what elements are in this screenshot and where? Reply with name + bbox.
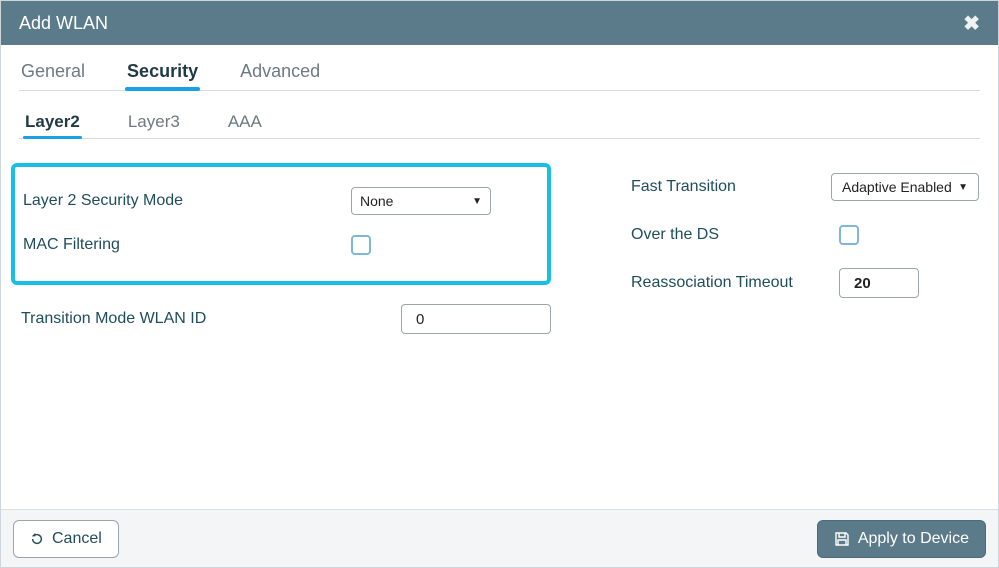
label-fast-transition: Fast Transition (631, 178, 831, 196)
checkbox-mac-filtering[interactable] (351, 235, 371, 255)
row-mac-filtering: MAC Filtering (23, 223, 533, 267)
cancel-button[interactable]: Cancel (13, 520, 119, 558)
row-over-the-ds: Over the DS (631, 211, 980, 259)
subtab-layer2[interactable]: Layer2 (23, 112, 82, 138)
modal-body: General Security Advanced Layer2 Layer3 … (1, 45, 998, 509)
form-content: Layer 2 Security Mode None ▼ MAC Filteri… (19, 163, 980, 341)
subtab-aaa[interactable]: AAA (226, 112, 264, 138)
modal-title: Add WLAN (19, 13, 108, 34)
close-icon[interactable]: ✖ (963, 11, 980, 36)
row-reassociation-timeout: Reassociation Timeout 20 (631, 259, 980, 307)
select-fast-transition[interactable]: Adaptive Enabled ▼ (831, 173, 979, 201)
chevron-down-icon: ▼ (958, 182, 968, 193)
label-l2-security-mode: Layer 2 Security Mode (23, 192, 223, 210)
tab-general[interactable]: General (19, 61, 87, 90)
title-bar: Add WLAN ✖ (1, 1, 998, 45)
highlighted-group: Layer 2 Security Mode None ▼ MAC Filteri… (11, 163, 551, 285)
security-subtabs: Layer2 Layer3 AAA (19, 105, 980, 139)
select-l2-value: None (360, 193, 393, 209)
label-reassociation-timeout: Reassociation Timeout (631, 274, 831, 292)
apply-label: Apply to Device (858, 530, 969, 548)
undo-icon (30, 532, 44, 546)
tab-security[interactable]: Security (125, 61, 200, 90)
save-icon (834, 531, 850, 547)
select-ft-value: Adaptive Enabled (842, 179, 952, 195)
main-tabs: General Security Advanced (19, 55, 980, 91)
row-fast-transition: Fast Transition Adaptive Enabled ▼ (631, 163, 980, 211)
add-wlan-modal: Add WLAN ✖ General Security Advanced Lay… (0, 0, 999, 568)
checkbox-over-the-ds[interactable] (839, 225, 859, 245)
label-mac-filtering: MAC Filtering (23, 236, 223, 254)
select-l2-security-mode[interactable]: None ▼ (351, 187, 491, 215)
modal-footer: Cancel Apply to Device (1, 509, 998, 567)
subtab-layer3[interactable]: Layer3 (126, 112, 182, 138)
row-l2-security-mode: Layer 2 Security Mode None ▼ (23, 179, 533, 223)
left-column: Layer 2 Security Mode None ▼ MAC Filteri… (19, 163, 551, 341)
chevron-down-icon: ▼ (472, 196, 482, 207)
row-transition-mode: Transition Mode WLAN ID 0 (19, 297, 551, 341)
label-over-the-ds: Over the DS (631, 226, 831, 244)
tab-advanced[interactable]: Advanced (238, 61, 322, 90)
cancel-label: Cancel (52, 530, 102, 548)
apply-to-device-button[interactable]: Apply to Device (817, 520, 986, 558)
right-column: Fast Transition Adaptive Enabled ▼ Over … (631, 163, 980, 341)
input-reassociation-timeout[interactable]: 20 (839, 268, 919, 298)
label-transition-mode: Transition Mode WLAN ID (21, 310, 281, 328)
input-transition-mode-wlan-id[interactable]: 0 (401, 304, 551, 334)
